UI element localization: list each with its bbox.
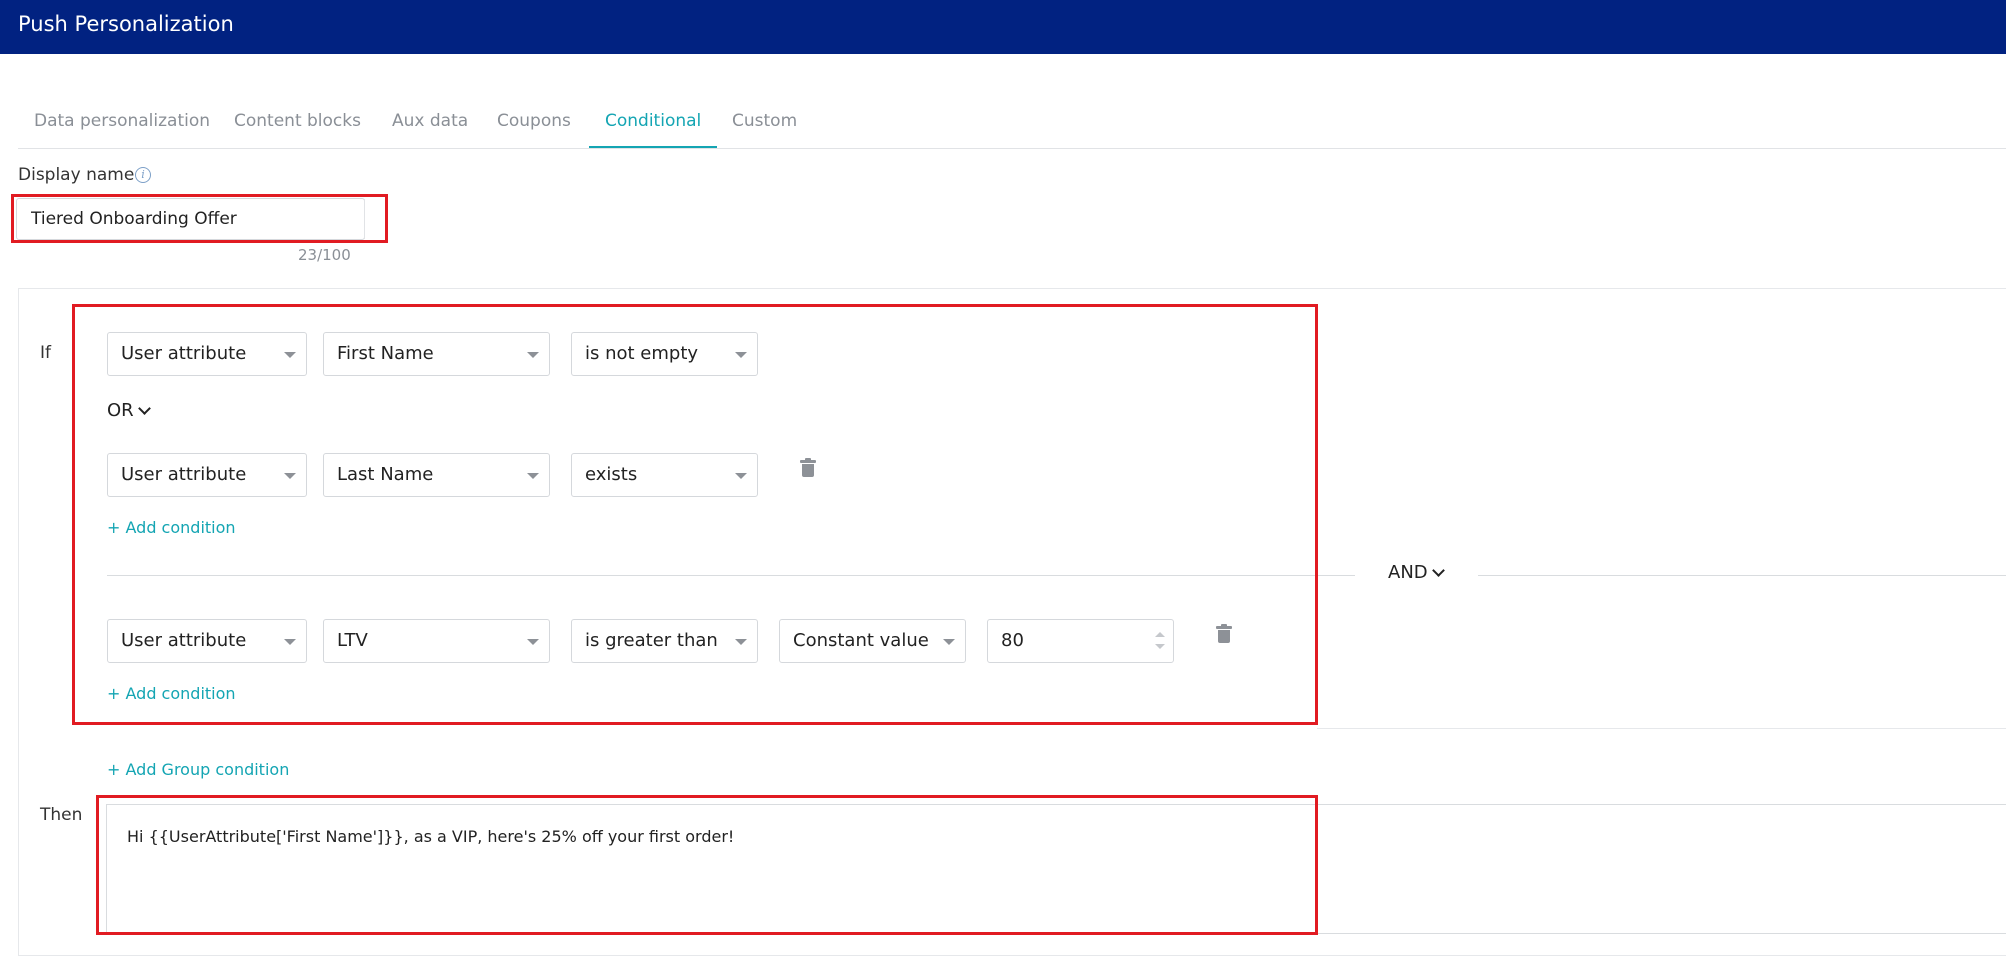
chevron-down-icon xyxy=(284,352,296,358)
source-select[interactable]: User attribute xyxy=(107,453,307,497)
constant-value-input[interactable]: 80 xyxy=(987,619,1174,663)
add-group-condition-link[interactable]: + Add Group condition xyxy=(107,760,289,779)
and-connector-label: AND xyxy=(1388,562,1428,583)
group-divider-left xyxy=(107,575,1355,576)
chevron-down-icon xyxy=(735,352,747,358)
trash-icon-lid xyxy=(800,460,816,463)
source-select-value: User attribute xyxy=(121,464,247,485)
tabs-divider xyxy=(18,148,2006,149)
groups-bottom-divider xyxy=(1317,728,2006,729)
then-content-editor[interactable]: Hi {{UserAttribute['First Name']}}, as a… xyxy=(106,804,2006,934)
trash-icon-lid xyxy=(1216,626,1232,629)
chevron-down-icon xyxy=(527,352,539,358)
or-connector-toggle[interactable]: OR xyxy=(107,400,151,421)
info-icon[interactable]: i xyxy=(135,167,151,183)
and-connector-toggle[interactable]: AND xyxy=(1388,562,1445,583)
chevron-down-icon xyxy=(943,639,955,645)
chevron-down-icon xyxy=(284,639,296,645)
if-label: If xyxy=(40,343,51,363)
page-title: Push Personalization xyxy=(18,12,234,36)
attribute-select-value: First Name xyxy=(337,343,434,364)
spin-up-icon[interactable] xyxy=(1155,632,1165,637)
delete-condition-button[interactable] xyxy=(1216,624,1232,643)
tab-coupons[interactable]: Coupons xyxy=(497,108,571,134)
source-select-value: User attribute xyxy=(121,630,247,651)
trash-icon-can xyxy=(802,464,814,477)
value-type-select[interactable]: Constant value xyxy=(779,619,966,663)
tab-content-blocks[interactable]: Content blocks xyxy=(234,108,361,134)
app-header xyxy=(0,0,2006,54)
operator-select-value: is greater than xyxy=(585,630,718,651)
tab-data-personalization[interactable]: Data personalization xyxy=(34,108,210,134)
display-name-input[interactable] xyxy=(16,198,365,240)
add-condition-link[interactable]: + Add condition xyxy=(107,518,236,537)
operator-select[interactable]: is greater than xyxy=(571,619,758,663)
chevron-down-icon xyxy=(1431,564,1445,577)
or-connector-label: OR xyxy=(107,400,134,421)
group-divider-right xyxy=(1478,575,2006,576)
chevron-down-icon xyxy=(527,639,539,645)
attribute-select[interactable]: First Name xyxy=(323,332,550,376)
input-divider xyxy=(364,199,365,239)
chevron-down-icon xyxy=(735,473,747,479)
tab-conditional[interactable]: Conditional xyxy=(605,108,701,134)
attribute-select[interactable]: LTV xyxy=(323,619,550,663)
display-name-label: Display name xyxy=(18,165,135,185)
delete-condition-button[interactable] xyxy=(800,458,816,477)
operator-select-value: exists xyxy=(585,464,638,485)
source-select[interactable]: User attribute xyxy=(107,332,307,376)
chevron-down-icon xyxy=(735,639,747,645)
constant-value-text: 80 xyxy=(1001,630,1024,651)
source-select-value: User attribute xyxy=(121,343,247,364)
spin-down-icon[interactable] xyxy=(1155,644,1165,649)
active-tab-indicator xyxy=(589,146,717,148)
operator-select[interactable]: is not empty xyxy=(571,332,758,376)
attribute-select-value: Last Name xyxy=(337,464,434,485)
operator-select[interactable]: exists xyxy=(571,453,758,497)
chevron-down-icon xyxy=(137,402,151,415)
character-counter: 23/100 xyxy=(298,246,351,264)
attribute-select-value: LTV xyxy=(337,630,368,651)
then-content-text: Hi {{UserAttribute['First Name']}}, as a… xyxy=(127,827,735,846)
value-type-select-value: Constant value xyxy=(793,630,929,651)
chevron-down-icon xyxy=(284,473,296,479)
trash-icon-can xyxy=(1218,630,1230,643)
then-label: Then xyxy=(40,805,83,825)
tab-custom[interactable]: Custom xyxy=(732,108,797,134)
chevron-down-icon xyxy=(527,473,539,479)
tab-aux-data[interactable]: Aux data xyxy=(392,108,468,134)
attribute-select[interactable]: Last Name xyxy=(323,453,550,497)
operator-select-value: is not empty xyxy=(585,343,699,364)
add-condition-link[interactable]: + Add condition xyxy=(107,684,236,703)
source-select[interactable]: User attribute xyxy=(107,619,307,663)
